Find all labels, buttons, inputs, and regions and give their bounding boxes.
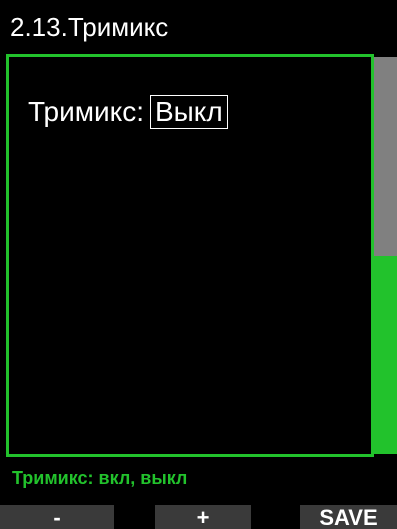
softkey-bar: - + SAVE xyxy=(0,505,397,529)
page-title: 2.13.Тримикс xyxy=(10,12,169,42)
scroll-thumb[interactable] xyxy=(374,57,397,256)
scrollbar[interactable] xyxy=(374,57,397,454)
plus-button[interactable]: + xyxy=(155,505,251,529)
trimix-setting-value[interactable]: Выкл xyxy=(149,95,228,129)
save-button[interactable]: SAVE xyxy=(300,505,397,529)
option-hint: Тримикс: вкл, выкл xyxy=(12,468,188,488)
minus-button[interactable]: - xyxy=(0,505,114,529)
trimix-setting-label: Тримикс: xyxy=(28,96,144,127)
title-bar: 2.13.Тримикс xyxy=(0,0,397,50)
trimix-setting-row[interactable]: Тримикс: Выкл xyxy=(28,94,228,130)
